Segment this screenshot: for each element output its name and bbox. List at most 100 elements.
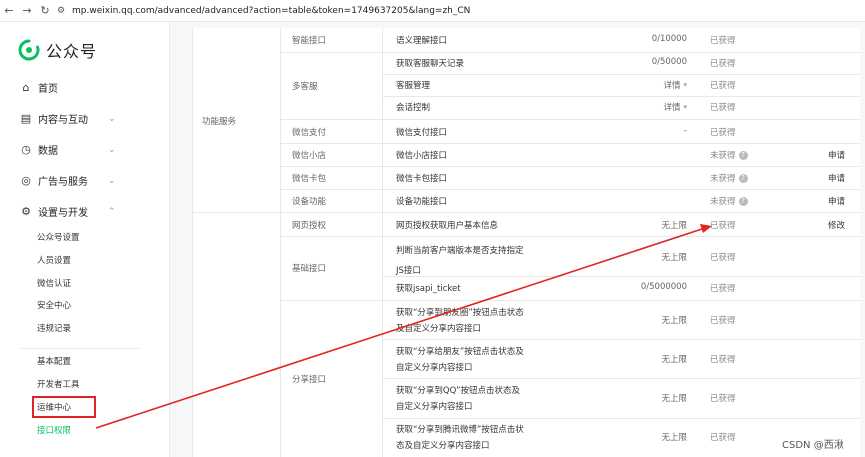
api-name: 获取客服聊天记录 <box>396 59 465 69</box>
chevron-down-icon: ⌄ <box>108 113 116 124</box>
menu-data[interactable]: ◷ 数据 ⌄ <box>20 142 115 157</box>
category-cell: 微信支付 <box>292 128 327 138</box>
status-cell: 已获得 <box>710 316 736 326</box>
api-name: 微信小店接口 <box>396 151 448 161</box>
status-cell: 已获得 <box>710 284 736 294</box>
category-cell: 基础接口 <box>292 264 327 274</box>
group-label: 功能服务 <box>202 117 237 127</box>
row-divider <box>280 119 860 120</box>
sub-api-permissions[interactable]: 接口权限 <box>37 424 71 436</box>
status-cell: 已获得 <box>710 221 736 231</box>
sub-security-center[interactable]: 安全中心 <box>37 299 71 311</box>
row-divider <box>382 74 860 75</box>
api-name: 获取“分享给朋友”按钮点击状态及自定义分享内容接口 <box>396 347 524 373</box>
quota-cell: 无上限 <box>661 433 687 443</box>
row-divider <box>280 236 860 237</box>
col-divider <box>382 28 383 457</box>
row-divider <box>382 339 860 340</box>
sidebar: 公众号 ⌂ 首页 ▤ 内容与互动 ⌄ ◷ 数据 ⌄ ◎ 广告与服务 ⌄ ⚙ 设置… <box>0 22 170 457</box>
group-divider <box>192 212 860 213</box>
chevron-down-icon: ▾ <box>683 81 687 89</box>
apply-button[interactable]: 申请 <box>828 195 845 207</box>
status-cell: 已获得 <box>710 394 736 404</box>
apply-button[interactable]: 申请 <box>828 149 845 161</box>
row-divider <box>382 418 860 419</box>
sub-dev-tools[interactable]: 开发者工具 <box>37 378 80 390</box>
status-cell: 已获得 <box>710 355 736 365</box>
quota-cell: 无上限 <box>661 253 687 263</box>
wechat-official-logo-icon <box>18 39 40 61</box>
help-icon[interactable]: ? <box>738 173 748 183</box>
menu-content[interactable]: ▤ 内容与互动 ⌄ <box>20 111 116 126</box>
api-name: 获取“分享到腾讯微博”按钮点击状态及自定义分享内容接口 <box>396 425 524 451</box>
category-cell: 网页授权 <box>292 221 327 231</box>
address-bar[interactable]: mp.weixin.qq.com/advanced/advanced?actio… <box>72 6 470 16</box>
table-border <box>192 28 193 457</box>
category-cell: 微信卡包 <box>292 174 327 184</box>
category-cell: 多客服 <box>292 82 318 92</box>
status-cell: 已获得 <box>710 103 736 113</box>
quota-cell: 0/50000 <box>651 57 687 67</box>
api-permission-table: 功能服务 智能接口 多客服 微信支付 微信小店 微信卡包 设备功能 网页授权 基… <box>192 28 860 457</box>
category-cell: 分享接口 <box>292 375 327 385</box>
api-name: 获取“分享到QQ”按钮点击状态及自定义分享内容接口 <box>396 386 521 412</box>
status-cell: 已获得 <box>710 81 736 91</box>
quota-cell: - <box>683 126 687 136</box>
menu-settings-dev[interactable]: ⚙ 设置与开发 ⌃ <box>20 204 115 219</box>
forward-arrow-icon[interactable]: → <box>18 4 36 17</box>
quota-cell: 无上限 <box>661 316 687 326</box>
api-name: 设备功能接口 <box>396 197 448 207</box>
compass-icon: ◎ <box>21 173 31 187</box>
quota-detail-link[interactable]: 详情 ▾ <box>663 101 687 113</box>
browser-toolbar: ← → ↻ ⚙ mp.weixin.qq.com/advanced/advanc… <box>0 0 865 22</box>
chevron-down-icon: ⌄ <box>108 175 116 186</box>
clock-icon: ◷ <box>21 142 31 156</box>
sub-staff-settings[interactable]: 人员设置 <box>37 254 71 266</box>
gear-icon: ⚙ <box>21 204 31 218</box>
sidebar-divider <box>20 348 140 349</box>
menu-ads-services[interactable]: ◎ 广告与服务 ⌄ <box>20 173 115 188</box>
sub-violation-records[interactable]: 违规记录 <box>37 322 71 334</box>
row-divider <box>382 52 860 53</box>
sub-basic-config[interactable]: 基本配置 <box>37 355 71 367</box>
api-name: 微信卡包接口 <box>396 174 448 184</box>
back-arrow-icon[interactable]: ← <box>0 4 18 17</box>
status-cell: 未获得? <box>710 195 748 207</box>
api-name: 获取jsapi_ticket <box>396 284 461 294</box>
chevron-up-icon: ⌃ <box>108 206 116 217</box>
row-divider <box>280 166 860 167</box>
quota-cell: 0/5000000 <box>640 282 687 292</box>
row-divider <box>280 189 860 190</box>
sub-account-settings[interactable]: 公众号设置 <box>37 231 80 243</box>
status-cell: 未获得? <box>710 149 748 161</box>
menu-home[interactable]: ⌂ 首页 <box>20 80 59 95</box>
sub-verification[interactable]: 微信认证 <box>37 277 71 289</box>
modify-button[interactable]: 修改 <box>828 219 845 231</box>
site-info-icon[interactable]: ⚙ <box>54 6 68 16</box>
brand-logo[interactable]: 公众号 <box>18 38 97 62</box>
api-name: 网页授权获取用户基本信息 <box>396 221 499 231</box>
row-divider <box>280 52 382 53</box>
row-divider <box>382 378 860 379</box>
category-cell: 设备功能 <box>292 197 327 207</box>
main-content: 功能服务 智能接口 多客服 微信支付 微信小店 微信卡包 设备功能 网页授权 基… <box>170 22 865 457</box>
row-divider <box>280 143 860 144</box>
document-icon: ▤ <box>20 111 32 125</box>
apply-button[interactable]: 申请 <box>828 172 845 184</box>
col-divider <box>280 28 281 457</box>
api-name: 微信支付接口 <box>396 128 448 138</box>
row-divider <box>280 300 860 301</box>
status-cell: 已获得 <box>710 59 736 69</box>
api-name: 判断当前客户端版本是否支持指定JS接口 <box>396 246 524 276</box>
status-cell: 已获得 <box>710 128 736 138</box>
category-cell: 智能接口 <box>292 36 327 46</box>
api-name: 语义理解接口 <box>396 36 448 46</box>
status-cell: 已获得 <box>710 433 736 443</box>
reload-icon[interactable]: ↻ <box>36 4 54 17</box>
watermark: CSDN @西湫 <box>782 440 844 451</box>
help-icon[interactable]: ? <box>738 150 748 160</box>
category-cell: 微信小店 <box>292 151 327 161</box>
help-icon[interactable]: ? <box>738 196 748 206</box>
chevron-down-icon: ▾ <box>683 103 687 111</box>
quota-detail-link[interactable]: 详情 ▾ <box>663 79 687 91</box>
